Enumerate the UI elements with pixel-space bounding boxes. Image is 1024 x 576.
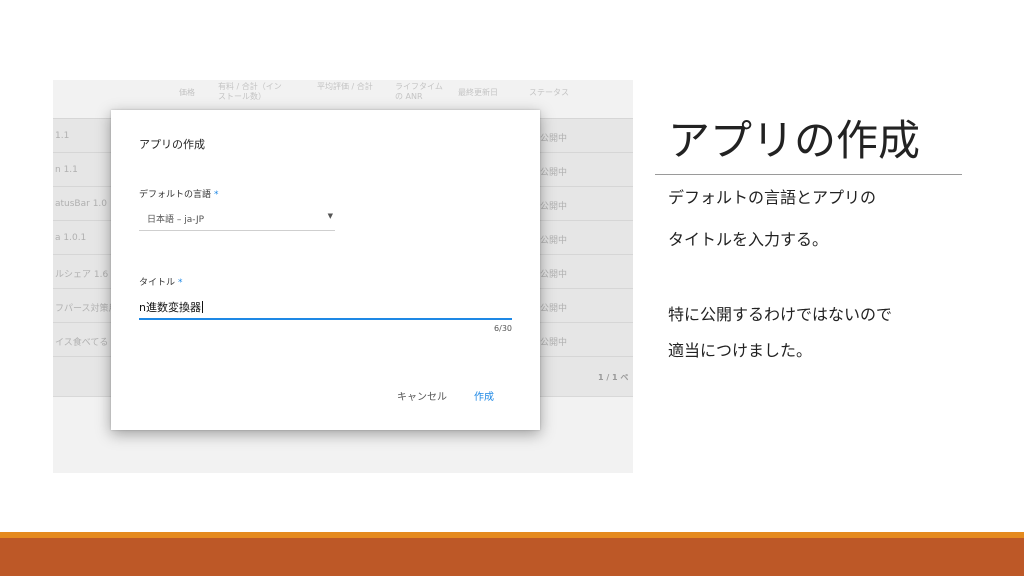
- row-app-name: フパース対策用: [55, 304, 118, 314]
- dialog-title: アプリの作成: [139, 138, 205, 151]
- footer-bar: [0, 538, 1024, 576]
- header-rating: 平均評価 / 合計: [317, 82, 373, 91]
- row-status: 公開中: [540, 168, 568, 178]
- character-counter: 6/30: [494, 324, 512, 333]
- row-app-name: イス食べてる 1: [55, 338, 117, 348]
- slide-line-1: デフォルトの言語とアプリの: [668, 188, 877, 207]
- header-status: ステータス: [529, 88, 569, 97]
- slide-line-4: 適当につけました。: [668, 341, 813, 360]
- row-status: 公開中: [540, 236, 568, 246]
- create-button[interactable]: 作成: [474, 388, 494, 403]
- row-status: 公開中: [540, 202, 568, 212]
- header-price: 価格: [179, 88, 195, 97]
- dropdown-arrow-icon: ▼: [327, 212, 333, 220]
- language-label: デフォルトの言語 *: [139, 187, 219, 200]
- required-mark: *: [214, 190, 219, 200]
- slide-line-2: タイトルを入力する。: [668, 230, 829, 249]
- create-app-dialog: アプリの作成 デフォルトの言語 * 日本語 – ja-JP ▼ タイトル * n進数…: [111, 110, 540, 430]
- title-label-text: タイトル: [139, 278, 176, 288]
- row-app-name: n 1.1: [55, 165, 78, 175]
- row-app-name: 1.1: [55, 131, 70, 141]
- header-updated: 最終更新日: [458, 88, 498, 97]
- row-app-name: a 1.0.1: [55, 233, 87, 243]
- text-caret: [201, 301, 203, 313]
- slide-line-3: 特に公開するわけではないので: [668, 305, 893, 324]
- slide-heading: アプリの作成: [668, 116, 921, 165]
- required-mark: *: [178, 278, 183, 288]
- title-label: タイトル *: [139, 275, 183, 288]
- heading-divider: [655, 174, 962, 175]
- row-app-name: ルシェア 1.6: [55, 270, 109, 280]
- header-installs: 有料 / 合計（インストール数）: [218, 82, 282, 101]
- row-status: 公開中: [540, 338, 568, 348]
- row-app-name: atusBar 1.0: [55, 199, 108, 209]
- pager-text: 1 / 1 ペ: [598, 373, 629, 382]
- language-select-value: 日本語 – ja-JP: [147, 215, 205, 225]
- title-input-text: n進数変換器: [139, 301, 201, 314]
- header-anr: ライフタイムの ANR: [395, 82, 443, 101]
- row-status: 公開中: [540, 270, 568, 280]
- language-select[interactable]: 日本語 – ja-JP ▼: [139, 210, 335, 231]
- cancel-button[interactable]: キャンセル: [397, 388, 447, 403]
- title-input[interactable]: n進数変換器: [139, 296, 512, 320]
- language-label-text: デフォルトの言語: [139, 190, 212, 200]
- title-input-value: n進数変換器: [139, 299, 203, 315]
- row-status: 公開中: [540, 304, 568, 314]
- row-status: 公開中: [540, 134, 568, 144]
